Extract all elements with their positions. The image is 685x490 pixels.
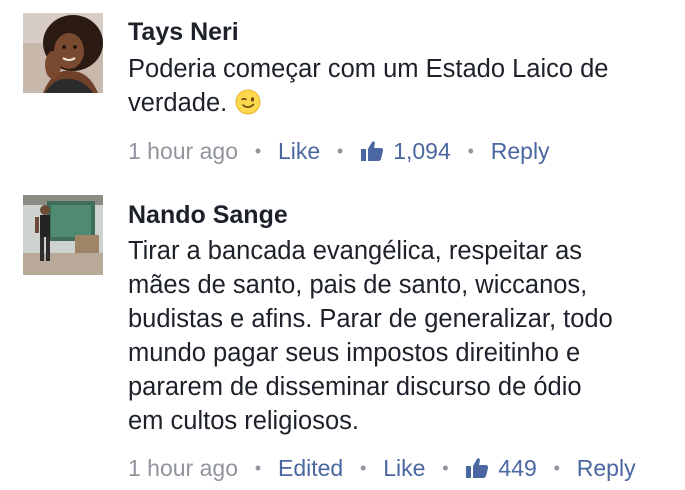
like-count-button[interactable]: 1,094 (360, 136, 451, 166)
separator-dot: • (553, 458, 560, 478)
comment-timestamp[interactable]: 1 hour ago (128, 136, 238, 166)
separator-dot: • (360, 458, 367, 478)
comment-meta: 1 hour ago • Like • 1,094 • Reply (128, 136, 550, 166)
thumbs-up-icon (361, 141, 384, 161)
comment-body: Poderia começar com um Estado Laico de v… (128, 52, 678, 124)
comment-line: mundo pagar seus impostos direitinho e (128, 339, 581, 367)
comment-line: pararem de disseminar discurso de ódio (128, 373, 582, 401)
reply-button[interactable]: Reply (491, 136, 550, 166)
comment-meta: 1 hour ago • Edited • Like • 449 • Reply (128, 453, 636, 483)
reply-button[interactable]: Reply (577, 453, 636, 483)
like-button[interactable]: Like (383, 453, 425, 483)
comment-line: budistas e afins. Parar de generalizar, … (128, 305, 613, 333)
like-count: 1,094 (393, 138, 451, 164)
avatar[interactable] (23, 195, 103, 275)
separator-dot: • (442, 458, 449, 478)
comment-line: Tirar a bancada evangélica, respeitar as (128, 237, 583, 265)
comment-line-with-emoji: verdade. (128, 86, 678, 124)
avatar-photo-icon (23, 195, 103, 275)
comment-line: em cultos religiosos. (128, 407, 360, 435)
separator-dot: • (254, 141, 262, 161)
comment-line: mães de santo, pais de santo, wiccanos, (128, 271, 588, 299)
avatar-photo-icon (23, 13, 103, 93)
like-count: 449 (498, 455, 537, 481)
avatar[interactable] (23, 13, 103, 93)
comment-line: Poderia começar com um Estado Laico de (128, 55, 609, 83)
comment-author[interactable]: Nando Sange (128, 200, 288, 230)
comment-body: Tirar a bancada evangélica, respeitar as… (128, 234, 678, 438)
edited-link[interactable]: Edited (278, 453, 343, 483)
like-button[interactable]: Like (278, 136, 320, 166)
wink-emoji-icon (235, 89, 261, 124)
separator-dot: • (337, 141, 344, 161)
like-count-button[interactable]: 449 (465, 453, 537, 483)
separator-dot: • (467, 141, 474, 161)
separator-dot: • (254, 458, 262, 478)
comment-line: verdade. (128, 89, 228, 117)
thumbs-up-icon (466, 458, 489, 478)
comment-timestamp[interactable]: 1 hour ago (128, 453, 238, 483)
comment-author[interactable]: Tays Neri (128, 17, 239, 47)
